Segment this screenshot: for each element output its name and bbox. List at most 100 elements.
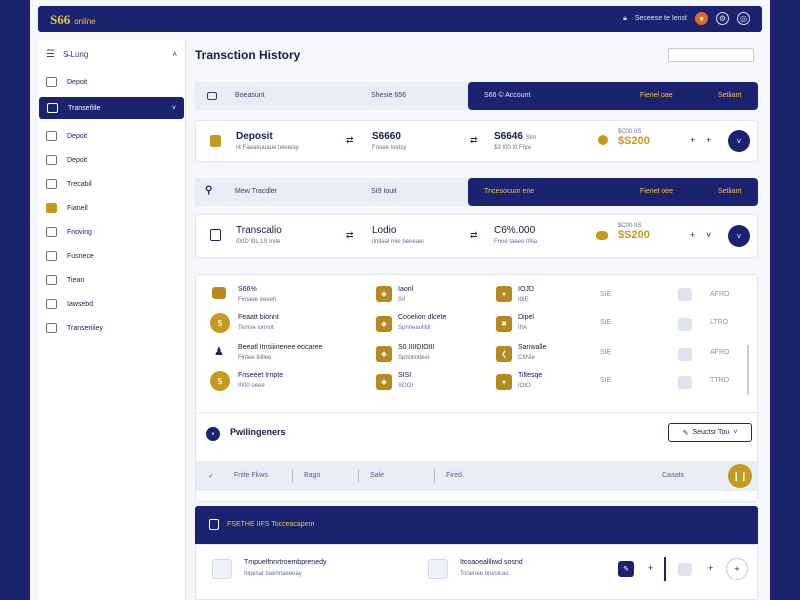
history-icon bbox=[46, 323, 57, 333]
check-icon[interactable]: ✓ bbox=[208, 472, 214, 480]
wallet-icon bbox=[212, 287, 226, 299]
search-input[interactable] bbox=[668, 48, 754, 62]
checkbox[interactable] bbox=[678, 348, 692, 361]
avatar-icon[interactable]: ● bbox=[695, 12, 708, 25]
receipt-icon bbox=[212, 559, 232, 579]
list-item-label: Feaatt bionnt bbox=[238, 314, 279, 321]
filter-bar: ✓ Fnite Fkws Bago Sale Fired Caaats ❙❙ bbox=[196, 461, 759, 491]
chevron-up-icon[interactable]: ˄ bbox=[172, 50, 177, 59]
sidebar-item-fianell[interactable]: Fianell bbox=[38, 197, 185, 219]
expand-button[interactable]: ˅ bbox=[728, 130, 750, 152]
coin-icon bbox=[598, 135, 608, 145]
edit-icon: ✎ bbox=[682, 429, 689, 437]
document-icon bbox=[209, 519, 219, 530]
page-title: Transction History bbox=[195, 48, 301, 62]
swap-icon: ⇄ bbox=[346, 230, 354, 240]
sidebar-item-fnoving[interactable]: Fnoving bbox=[38, 221, 185, 243]
band2-dark-mid: Fienet oee bbox=[640, 188, 674, 195]
coin-icon: ● bbox=[496, 374, 512, 390]
edit-button[interactable]: ✎ bbox=[618, 561, 634, 577]
list-item[interactable]: $ Fnseeet Irnpte I000 oeee ◆ SISI SOOI ●… bbox=[196, 369, 759, 397]
sidebar-item-tiean[interactable]: Tiean bbox=[38, 269, 185, 291]
add-icon[interactable]: + bbox=[690, 135, 695, 145]
list-item-code: TTRO bbox=[710, 377, 730, 384]
list-item[interactable]: ♟ Beeatl Itnsiiinenee eocaree Fintee tii… bbox=[196, 341, 759, 369]
divider bbox=[664, 557, 666, 581]
settings-icon[interactable]: ⚙ bbox=[716, 12, 729, 25]
add-button[interactable]: + bbox=[726, 558, 748, 580]
deposit-subtitle: I4 Faeaeuuaue teieeiay bbox=[236, 145, 299, 151]
bottom-item-title[interactable]: Tmpuelfnnrtroembprenedy bbox=[244, 559, 327, 566]
band1-settlement[interactable]: Setliant bbox=[718, 92, 741, 99]
chart-icon bbox=[46, 299, 57, 309]
sidebar-item-deposit-3[interactable]: Depoit bbox=[38, 149, 185, 171]
sidebar-item-trecabil[interactable]: Trecabil bbox=[38, 173, 185, 195]
chevron-down-icon: ˅ bbox=[171, 104, 176, 112]
list-item-code: AFRO bbox=[710, 291, 730, 298]
coin-icon: $ bbox=[210, 371, 230, 391]
account-header-band: Boeasunt Shesie 656 S66 © Account Fienel… bbox=[195, 82, 758, 110]
menu-icon[interactable]: ☰ bbox=[46, 49, 55, 60]
list-item-col2: Cooelion dlcete bbox=[398, 314, 447, 321]
edit-icon: ✎ bbox=[623, 566, 629, 573]
sidebar-item-deposit-2[interactable]: Depoit bbox=[38, 125, 185, 147]
section-title: Pwilingeners bbox=[230, 427, 286, 437]
checkbox[interactable] bbox=[678, 563, 692, 576]
list-item-tag: SIE bbox=[600, 349, 612, 356]
band2-settlement[interactable]: Setliant bbox=[718, 188, 741, 195]
sidebar-header[interactable]: ☰ S̶̶ Lung ˄ bbox=[38, 40, 185, 69]
expand-button[interactable]: ˅ bbox=[728, 225, 750, 247]
lock-icon bbox=[210, 135, 221, 147]
wallet-icon bbox=[46, 77, 57, 87]
list-item-col3: Dipel bbox=[518, 314, 534, 321]
gift-icon: ◆ bbox=[376, 286, 392, 302]
search-icon[interactable]: ⚲ bbox=[205, 185, 212, 196]
sidebar-item-transeriiley[interactable]: Transeriiley bbox=[38, 317, 185, 339]
card-icon bbox=[207, 92, 217, 100]
transfer-header-band: ⚲ Mew Tracdler SI9 Iouit Tncesocuor ene … bbox=[195, 178, 758, 206]
divider bbox=[434, 469, 435, 483]
chevron-down-icon[interactable]: ˅ bbox=[706, 230, 711, 240]
sort-select[interactable]: ✎ Seuctsr Tou ˅ bbox=[668, 423, 752, 442]
scrollbar[interactable] bbox=[747, 345, 749, 395]
add-icon[interactable]: + bbox=[648, 563, 653, 573]
list-item-sub: Temse ionnot bbox=[238, 325, 274, 331]
globe-icon[interactable]: ◎ bbox=[737, 12, 750, 25]
checkbox[interactable] bbox=[678, 288, 692, 301]
sidebar-item-fusnece[interactable]: Fusnece bbox=[38, 245, 185, 267]
checkbox[interactable] bbox=[678, 318, 692, 331]
sidebar-header-label: S̶̶ Lung bbox=[62, 50, 89, 59]
band2-dark-left[interactable]: Tncesocuor ene bbox=[484, 188, 534, 195]
account-tab-bar[interactable]: S66 © Account Fienel oae Setliant bbox=[468, 82, 758, 110]
filter-option[interactable]: Sale bbox=[370, 472, 384, 479]
checkbox[interactable] bbox=[678, 376, 692, 389]
pause-icon[interactable]: ❙❙ bbox=[728, 464, 752, 488]
sidebar-item-transactions[interactable]: Transeñile ˅ bbox=[39, 97, 184, 119]
transaction-card[interactable]: Transcalio I00D I0L 1S Inite ⇄ Lodio Iln… bbox=[195, 214, 758, 258]
sidebar-item-deposit[interactable]: Depoit bbox=[38, 71, 185, 93]
deposit-amount-sub: $3 I00 I0 Fhre bbox=[494, 145, 532, 151]
list-item[interactable]: $ Feaatt bionnt Temse ionnot ◆ Cooelion … bbox=[196, 311, 759, 339]
logo-subtext: online bbox=[74, 17, 96, 26]
transaction-total-amount: $S200 bbox=[618, 229, 650, 241]
add-icon[interactable]: + bbox=[708, 563, 713, 573]
list-item-col3-sub: IOIO bbox=[518, 383, 531, 389]
list-icon bbox=[47, 103, 58, 113]
filter-option[interactable]: Fired bbox=[446, 472, 462, 479]
brand-logo[interactable]: S66 online bbox=[50, 12, 96, 28]
filter-option[interactable]: Bago bbox=[304, 472, 320, 479]
top-bar: S66 online 🔒︎ Seceese te Ienst ● ⚙ ◎ bbox=[38, 6, 762, 32]
list-item[interactable]: S66% Fimaee eeeeh ◆ Iaonl SII ● IOJD I9I… bbox=[196, 283, 759, 311]
sidebar-item-iawsebd[interactable]: Iawsebd bbox=[38, 293, 185, 315]
deposit-card[interactable]: Deposit I4 Faeaeuuaue teieeiay ⇄ S6660 F… bbox=[195, 120, 758, 162]
topbar-user-text[interactable]: Seceese te Ienst bbox=[635, 15, 687, 22]
transfer-tab-bar[interactable]: Tncesocuor ene Fienet oee Setliant bbox=[468, 178, 758, 206]
add-icon[interactable]: + bbox=[706, 135, 711, 145]
list-item-col2: S0 IIIIDIOIII bbox=[398, 344, 435, 351]
band1-account-label[interactable]: S66 © Account bbox=[484, 92, 530, 99]
add-icon[interactable]: + bbox=[690, 230, 695, 240]
card-icon bbox=[46, 155, 57, 165]
list-item-col2: SISI bbox=[398, 372, 412, 379]
filter-option[interactable]: Fnite Fkws bbox=[234, 472, 268, 479]
bottom-item-title[interactable]: Itcoaoeallliwd sosnd bbox=[460, 559, 523, 566]
